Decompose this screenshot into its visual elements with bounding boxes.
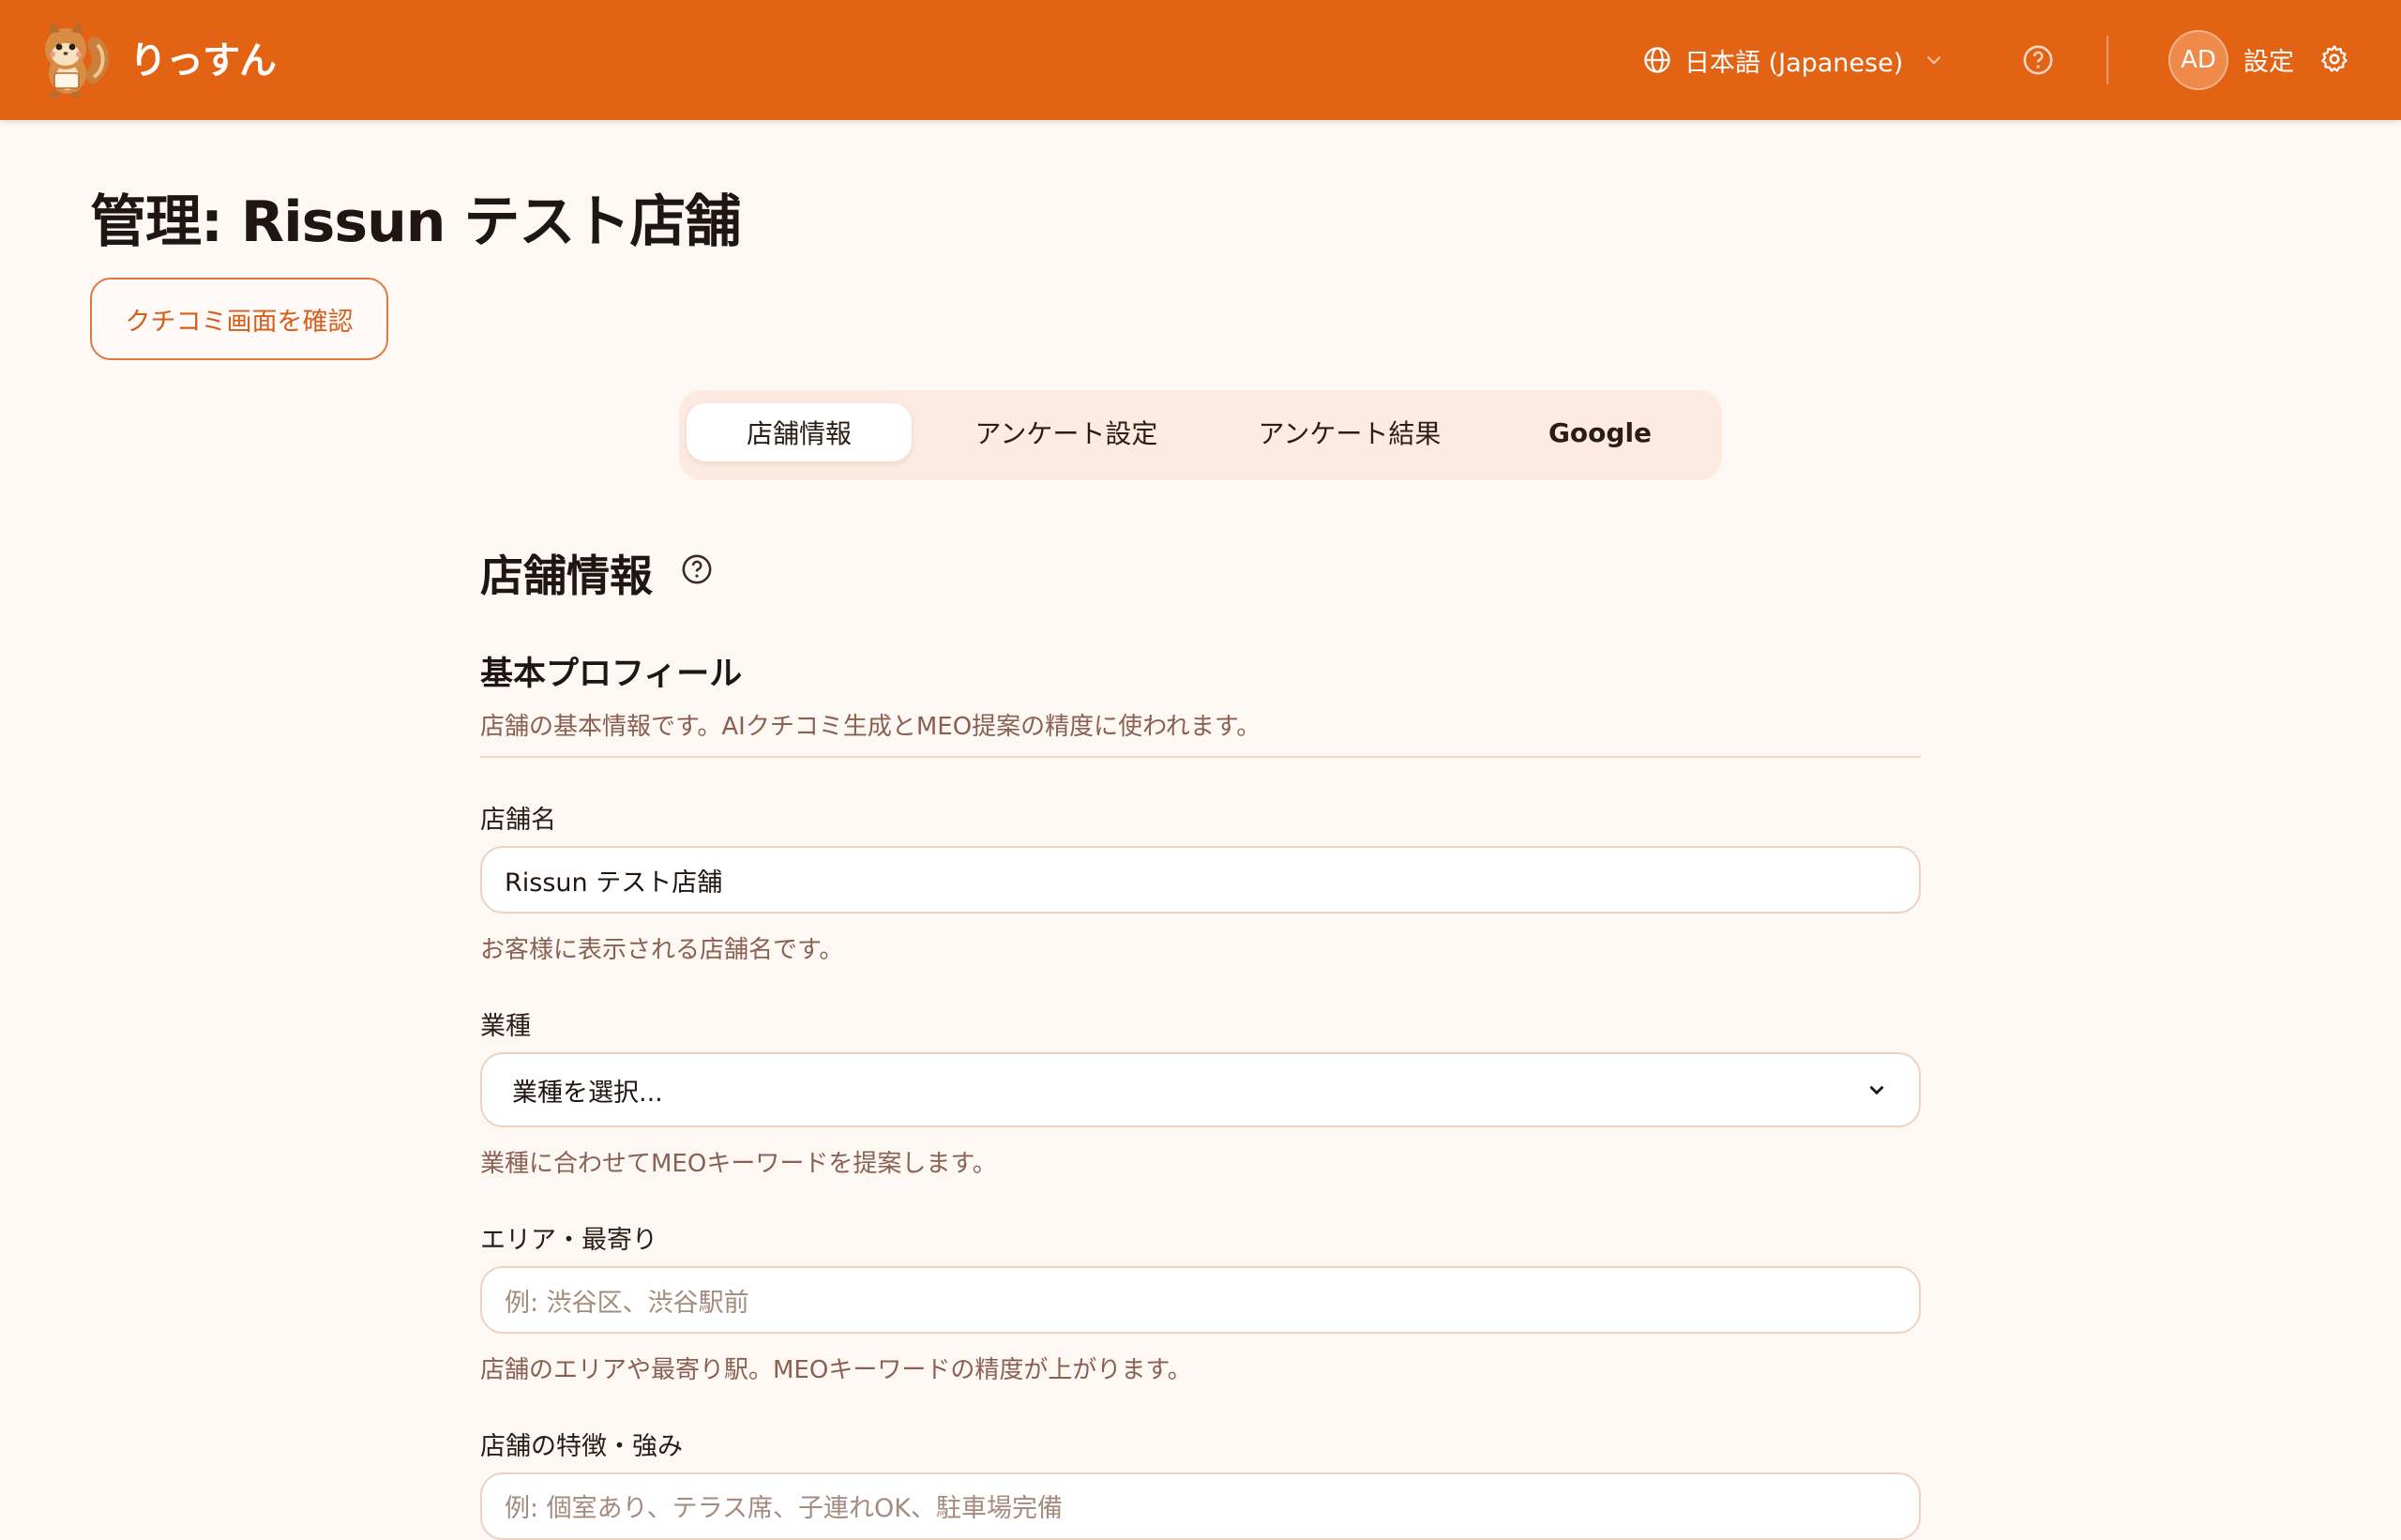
subsection-title: 基本プロフィール — [480, 656, 743, 693]
header-divider — [2107, 36, 2108, 84]
page-title: 管理: Rissun テスト店舗 — [90, 189, 741, 255]
section-title: 店舗情報 — [480, 551, 653, 601]
gear-icon[interactable] — [2318, 43, 2350, 75]
language-label: 日本語 (Japanese) — [1684, 48, 1904, 78]
squirrel-mascot-logo-icon[interactable] — [36, 19, 113, 99]
area-input[interactable]: 例: 渋谷区、渋谷駅前 — [480, 1266, 1921, 1334]
tab-store-info[interactable]: 店舗情報 — [687, 403, 912, 461]
globe-icon — [1644, 47, 1670, 73]
industry-help: 業種に合わせてMEOキーワードを提案します。 — [480, 1150, 997, 1178]
settings-link[interactable]: 設定 — [2243, 41, 2294, 78]
avatar[interactable]: AD — [2168, 30, 2228, 90]
store-name-label: 店舗名 — [480, 806, 556, 835]
store-name-input[interactable]: Rissun テスト店舗 — [480, 846, 1921, 913]
help-icon[interactable] — [2022, 44, 2054, 76]
top-header: りっすん 日本語 (Japanese) AD 設定 — [0, 0, 2401, 120]
industry-selected-value: 業種を選択... — [512, 1078, 663, 1108]
industry-select[interactable]: 業種を選択... — [480, 1052, 1921, 1127]
area-placeholder: 例: 渋谷区、渋谷駅前 — [505, 1288, 749, 1318]
industry-label: 業種 — [480, 1012, 531, 1041]
chevron-down-icon — [1926, 55, 1941, 65]
features-placeholder: 例: 個室あり、テラス席、子連れOK、駐車場完備 — [505, 1494, 1064, 1523]
area-help: 店舗のエリアや最寄り駅。MEOキーワードの精度が上がります。 — [480, 1356, 1192, 1384]
store-name-value: Rissun テスト店舗 — [505, 868, 723, 898]
area-label: エリア・最寄り — [480, 1226, 657, 1255]
tab-survey-results[interactable]: アンケート結果 — [1232, 403, 1467, 461]
features-label: 店舗の特徴・強み — [480, 1432, 683, 1461]
logo-text[interactable]: りっすん — [129, 30, 277, 84]
features-input[interactable]: 例: 個室あり、テラス席、子連れOK、駐車場完備 — [480, 1472, 1921, 1540]
store-name-help: お客様に表示される店舗名です。 — [480, 936, 844, 964]
section-divider — [480, 756, 1921, 758]
help-icon[interactable] — [681, 553, 713, 585]
subsection-description: 店舗の基本情報です。AIクチコミ生成とMEO提案の精度に使われます。 — [480, 713, 1261, 741]
tab-survey-settings[interactable]: アンケート設定 — [949, 403, 1184, 461]
tab-bar: 店舗情報 アンケート設定 アンケート結果 Google — [679, 390, 1722, 480]
view-reviews-button[interactable]: クチコミ画面を確認 — [90, 278, 388, 360]
tab-google[interactable]: Google — [1501, 403, 1699, 461]
language-selector[interactable]: 日本語 (Japanese) — [1643, 36, 1946, 84]
chevron-down-icon — [1869, 1085, 1884, 1095]
